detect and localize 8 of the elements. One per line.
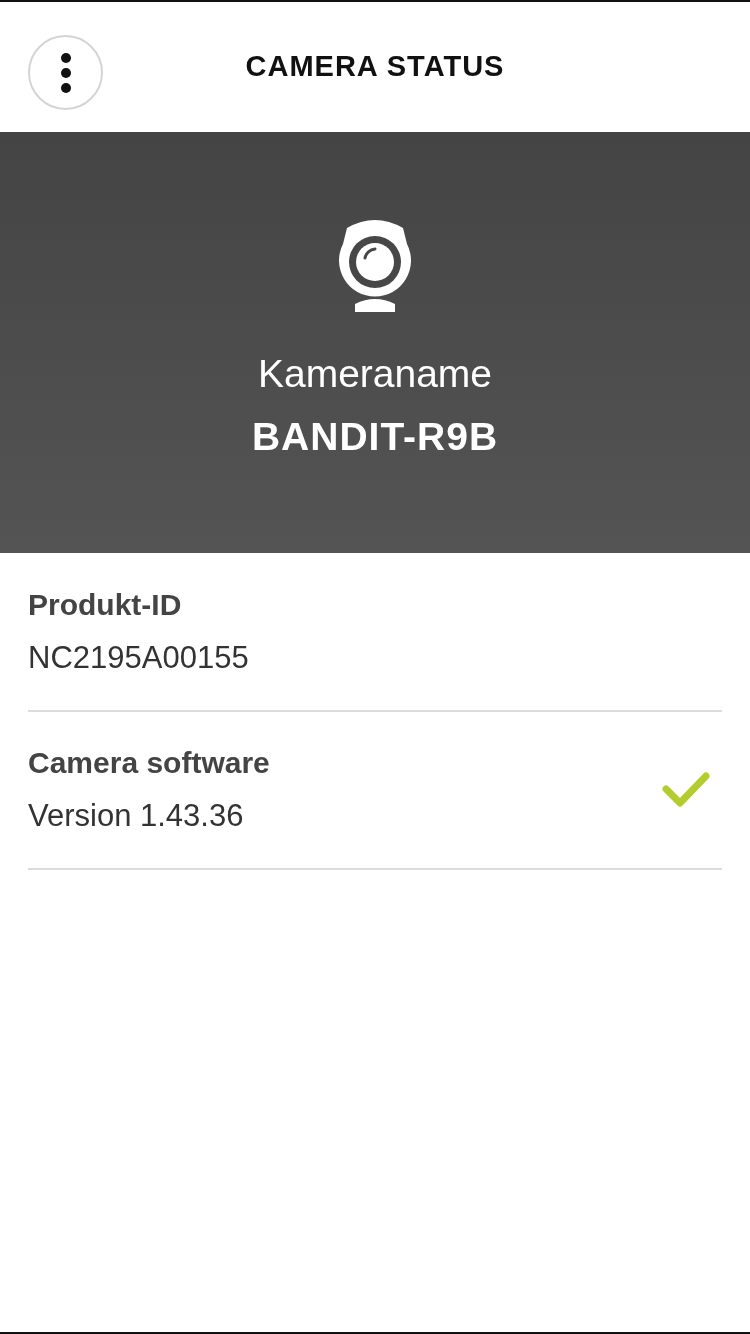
camera-name: BANDIT-R9B bbox=[251, 417, 499, 456]
info-value: NC2195A00155 bbox=[28, 638, 250, 677]
menu-icon bbox=[59, 52, 72, 93]
info-label: Camera software bbox=[28, 745, 271, 782]
camera-label: Kameraname bbox=[257, 354, 493, 393]
info-value: Version 1.43.36 bbox=[28, 797, 245, 836]
page-title: CAMERA STATUS bbox=[245, 49, 505, 85]
info-label: Produkt-ID bbox=[28, 586, 183, 623]
